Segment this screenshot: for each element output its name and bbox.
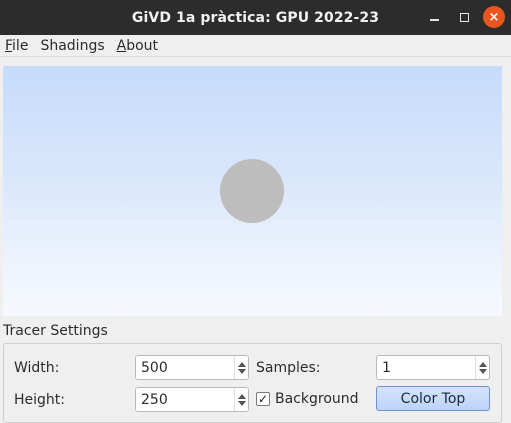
chevron-down-icon[interactable]: [237, 400, 246, 406]
samples-stepper[interactable]: [475, 356, 489, 379]
chevron-down-icon[interactable]: [237, 368, 246, 374]
samples-label: Samples:: [256, 360, 321, 376]
samples-spinbox[interactable]: 1: [376, 355, 490, 380]
menu-bar: File Shadings About: [0, 35, 511, 57]
minimize-icon[interactable]: [423, 6, 445, 28]
rendered-sphere: [220, 159, 284, 223]
chevron-up-icon[interactable]: [237, 361, 246, 367]
window-title: GiVD 1a pràctica: GPU 2022-23: [131, 9, 380, 26]
tracer-settings-title: Tracer Settings: [3, 323, 108, 339]
width-label: Width:: [14, 360, 60, 376]
tracer-settings-panel: Width: 500 Samples: 1 Height: 250 ✓ Back…: [3, 343, 502, 423]
render-viewport[interactable]: [3, 66, 502, 316]
render-canvas: [220, 159, 284, 223]
menu-shadings-label: Shadings: [40, 37, 105, 54]
chevron-down-icon[interactable]: [478, 368, 487, 374]
height-value[interactable]: 250: [136, 392, 234, 408]
menu-file-mnemonic: F: [5, 37, 13, 54]
height-stepper[interactable]: [234, 388, 248, 411]
title-bar: GiVD 1a pràctica: GPU 2022-23 ×: [0, 0, 511, 35]
samples-value[interactable]: 1: [377, 360, 475, 376]
width-stepper[interactable]: [234, 356, 248, 379]
background-checkbox[interactable]: ✓: [256, 392, 270, 406]
menu-file[interactable]: File: [0, 38, 35, 54]
menu-about-rest: bout: [126, 37, 159, 54]
height-spinbox[interactable]: 250: [135, 387, 249, 412]
color-top-button[interactable]: Color Top: [376, 386, 490, 411]
menu-shadings[interactable]: Shadings: [35, 38, 111, 54]
window-controls: ×: [423, 6, 505, 28]
color-top-label: Color Top: [400, 390, 466, 407]
chevron-up-icon[interactable]: [237, 393, 246, 399]
width-spinbox[interactable]: 500: [135, 355, 249, 380]
close-glyph: ×: [488, 9, 500, 25]
chevron-up-icon[interactable]: [478, 361, 487, 367]
menu-file-rest: ile: [12, 37, 29, 54]
width-value[interactable]: 500: [136, 360, 234, 376]
menu-about[interactable]: About: [112, 38, 165, 54]
menu-about-mnemonic: A: [116, 37, 127, 54]
background-label: Background: [275, 391, 359, 407]
close-icon[interactable]: ×: [483, 6, 505, 28]
maximize-icon[interactable]: [453, 6, 475, 28]
height-label: Height:: [14, 392, 65, 408]
